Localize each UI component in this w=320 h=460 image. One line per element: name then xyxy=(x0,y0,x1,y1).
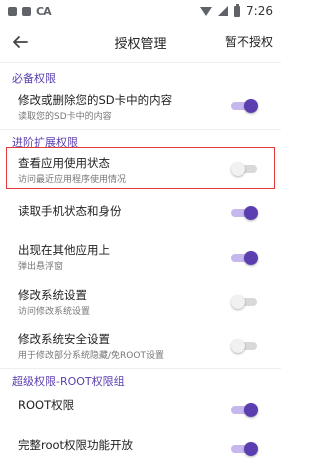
status-left: CA xyxy=(8,4,52,18)
permission-row-root[interactable]: ROOT权限 xyxy=(0,391,281,425)
section-header-root: 超级权限-ROOT权限组 xyxy=(12,375,125,388)
permission-title: ROOT权限 xyxy=(18,398,75,412)
status-time: 7:26 xyxy=(246,4,273,18)
permission-row-overlay[interactable]: 出现在其他应用上 弹出悬浮窗 xyxy=(0,238,281,274)
status-right: 7:26 xyxy=(200,3,273,18)
wifi-icon xyxy=(200,6,213,16)
toggle-thumb xyxy=(244,251,258,265)
permission-subtitle: 用于修改部分系统隐藏/免ROOT设置 xyxy=(18,351,164,361)
permission-row-secure-settings[interactable]: 修改系统安全设置 用于修改部分系统隐藏/免ROOT设置 xyxy=(0,327,281,363)
toggle-thumb xyxy=(231,295,245,309)
toggle-thumb xyxy=(244,442,258,456)
section-divider xyxy=(0,368,281,369)
toggle-sd-card[interactable] xyxy=(231,99,258,113)
highlight-box xyxy=(6,147,275,189)
toggle-overlay[interactable] xyxy=(231,251,258,265)
permission-title: 完整root权限功能开放 xyxy=(18,438,134,452)
permission-title: 修改或删除您的SD卡中的内容 xyxy=(18,93,173,107)
notification-square-icon xyxy=(22,6,31,16)
toggle-secure-settings[interactable] xyxy=(231,339,257,353)
toggle-root[interactable] xyxy=(231,403,258,417)
permission-row-phone-state[interactable]: 读取手机状态和身份 xyxy=(0,197,281,231)
permission-title: 修改系统安全设置 xyxy=(18,332,110,346)
toolbar-divider xyxy=(0,62,281,63)
toggle-thumb xyxy=(231,339,245,353)
section-divider xyxy=(0,129,281,130)
toggle-phone-state[interactable] xyxy=(231,206,258,220)
toggle-thumb xyxy=(244,403,258,417)
battery-icon xyxy=(234,3,241,17)
permission-row-system-settings[interactable]: 修改系统设置 访问修改系统设置 xyxy=(0,283,281,319)
toggle-thumb xyxy=(244,99,258,113)
permission-row-sd-card[interactable]: 修改或删除您的SD卡中的内容 读取您的SD卡中的内容 xyxy=(0,88,281,124)
toolbar: 授权管理 暂不授权 xyxy=(0,22,281,62)
permission-title: 读取手机状态和身份 xyxy=(18,204,122,218)
toggle-system-settings[interactable] xyxy=(231,295,257,309)
toggle-full-root[interactable] xyxy=(231,442,258,456)
skip-authorization-button[interactable]: 暂不授权 xyxy=(225,33,273,50)
permission-subtitle: 弹出悬浮窗 xyxy=(18,262,64,272)
permission-subtitle: 访问修改系统设置 xyxy=(18,307,91,317)
notification-square-icon xyxy=(8,6,17,16)
toggle-thumb xyxy=(244,206,258,220)
permission-row-full-root[interactable]: 完整root权限功能开放 xyxy=(0,432,281,460)
section-header-required: 必备权限 xyxy=(12,72,56,85)
permission-title: 修改系统设置 xyxy=(18,288,87,302)
permission-title: 出现在其他应用上 xyxy=(18,243,110,257)
screen: CA 7:26 授权管理 暂不授权 必备权限 修改或删除您的SD卡中的内容 读取… xyxy=(0,0,281,460)
signal-icon xyxy=(218,6,229,16)
carrier-text: CA xyxy=(36,4,52,18)
permission-subtitle: 读取您的SD卡中的内容 xyxy=(18,112,112,122)
status-bar: CA 7:26 xyxy=(0,0,281,22)
